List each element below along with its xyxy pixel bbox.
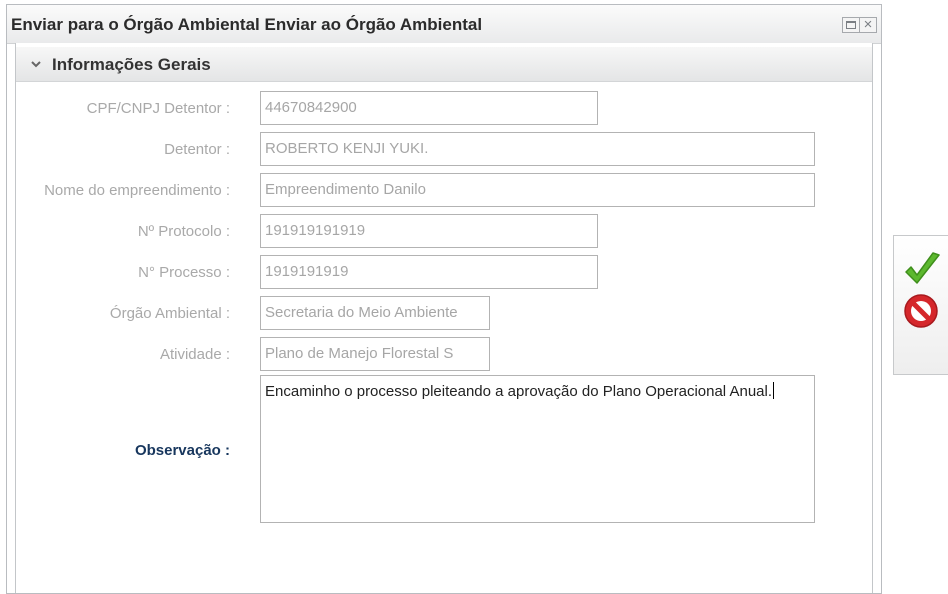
observacao-label: Observação : — [134, 442, 230, 459]
cpf-cnpj-label: CPF/CNPJ Detentor : — [86, 100, 230, 117]
dialog-window: Enviar para o Órgão Ambiental Enviar ao … — [6, 4, 882, 594]
processo-label: N° Processo : — [138, 264, 230, 281]
maximize-icon — [846, 21, 856, 29]
observacao-text: Encaminho o processo pleiteando a aprova… — [265, 383, 773, 400]
cancel-button[interactable] — [902, 292, 942, 332]
checkmark-icon — [905, 252, 940, 284]
title-tools: × — [842, 16, 877, 33]
dialog-title: Enviar para o Órgão Ambiental Enviar ao … — [11, 15, 483, 34]
chevron-down-icon — [31, 61, 41, 68]
maximize-button[interactable] — [842, 17, 860, 33]
section-header-informacoes-gerais[interactable]: Informações Gerais — [16, 47, 872, 82]
empreendimento-label: Nome do empreendimento : — [44, 182, 230, 199]
text-caret — [773, 382, 775, 399]
section-title: Informações Gerais — [52, 55, 211, 74]
orgao-ambiental-label: Órgão Ambiental : — [109, 305, 230, 322]
dialog-titlebar[interactable]: Enviar para o Órgão Ambiental Enviar ao … — [7, 5, 881, 44]
action-panel — [893, 235, 948, 375]
protocolo-field[interactable]: 191919191919 — [260, 214, 598, 248]
protocolo-label: Nº Protocolo : — [137, 223, 230, 240]
atividade-label: Atividade : — [159, 346, 230, 363]
no-entry-icon — [904, 294, 938, 328]
dialog-body: Informações Gerais CPF/CNPJ Detentor : 4… — [15, 43, 873, 593]
close-button[interactable]: × — [859, 16, 877, 33]
processo-field[interactable]: 1919191919 — [260, 255, 598, 289]
observacao-textarea[interactable]: Encaminho o processo pleiteando a aprova… — [260, 375, 815, 523]
detentor-label: Detentor : — [164, 141, 230, 158]
empreendimento-field[interactable]: Empreendimento Danilo — [260, 173, 815, 207]
orgao-ambiental-field[interactable]: Secretaria do Meio Ambiente — [260, 296, 490, 330]
close-icon: × — [863, 16, 873, 33]
atividade-field[interactable]: Plano de Manejo Florestal S — [260, 337, 490, 371]
confirm-button[interactable] — [902, 250, 942, 290]
detentor-field[interactable]: ROBERTO KENJI YUKI. — [260, 132, 815, 166]
cpf-cnpj-field[interactable]: 44670842900 — [260, 91, 598, 125]
